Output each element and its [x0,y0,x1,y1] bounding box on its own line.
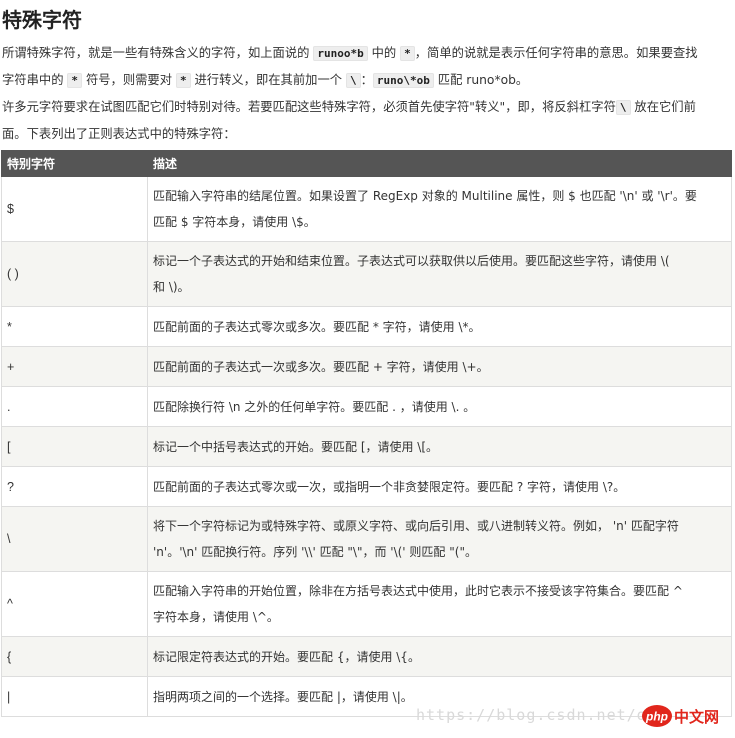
description-line: 匹配前面的子表达式一次或多次。要匹配 + 字符，请使用 \+。 [153,359,489,374]
logo-php-text: php [645,710,668,724]
intro-text: 放在它们前 [630,100,696,114]
intro-text: ： [360,73,373,87]
php-cn-logo: php 中文网 [641,701,735,731]
description-line: 标记限定符表达式的开始。要匹配 {，请使用 \{。 [153,649,420,664]
table-row: { 标记限定符表达式的开始。要匹配 {，请使用 \{。 [1,636,732,677]
description-cell: 匹配前面的子表达式一次或多次。要匹配 + 字符，请使用 \+。 [147,346,732,387]
description-line: 匹配 $ 字符本身，请使用 \$。 [153,215,316,229]
description-cell: 将下一个字符标记为或特殊字符、或原义字符、或向后引用、或八进制转义符。例如， '… [147,506,732,572]
special-char-cell: | [1,676,148,717]
description-line: 字符本身，请使用 \^。 [153,610,279,624]
table-row: | 指明两项之间的一个选择。要匹配 |，请使用 \|。 [1,676,732,717]
description-line: 标记一个子表达式的开始和结束位置。子表达式可以获取供以后使用。要匹配这些字符，请… [153,254,670,268]
description-line: 匹配输入字符串的结尾位置。如果设置了 RegExp 对象的 Multiline … [153,189,697,203]
inline-code: \ [345,73,361,88]
description-cell: 匹配除换行符 \n 之外的任何单字符。要匹配 . ，请使用 \. 。 [147,386,732,427]
intro-text: 匹配 runo*ob。 [433,73,529,87]
intro-text: 所谓特殊字符，就是一些有特殊含义的字符，如上面说的 [2,46,314,60]
description-line: 指明两项之间的一个选择。要匹配 |，请使用 \|。 [153,689,413,704]
intro-text: 字符串中的 [2,73,68,87]
column-header-desc: 描述 [147,150,732,177]
description-cell: 标记一个中括号表达式的开始。要匹配 [，请使用 \[。 [147,426,732,467]
php-cn-logo-graphic: php 中文网 [642,705,719,727]
description-line: 匹配除换行符 \n 之外的任何单字符。要匹配 . ，请使用 \. 。 [153,399,476,414]
description-line: 标记一个中括号表达式的开始。要匹配 [，请使用 \[。 [153,439,439,454]
table-row: $ 匹配输入字符串的结尾位置。如果设置了 RegExp 对象的 Multiline… [1,176,732,242]
special-char-cell: . [1,386,148,427]
description-line: 将下一个字符标记为或特殊字符、或原义字符、或向后引用、或八进制转义符。例如， '… [153,519,679,533]
special-char-cell: { [1,636,148,677]
inline-code: runo\*ob [372,73,434,88]
description-line: 'n'。'\n' 匹配换行符。序列 '\\' 匹配 "\"，而 '\(' 则匹配… [153,545,477,559]
special-char-cell: ^ [1,571,148,637]
table-row: + 匹配前面的子表达式一次或多次。要匹配 + 字符，请使用 \+。 [1,346,732,387]
description-line: 匹配输入字符串的开始位置，除非在方括号表达式中使用，此时它表示不接受该字符集合。… [153,584,683,598]
table-row: * 匹配前面的子表达式零次或多次。要匹配 * 字符，请使用 \*。 [1,306,732,347]
description-cell: 匹配前面的子表达式零次或一次，或指明一个非贪婪限定符。要匹配 ? 字符，请使用 … [147,466,732,507]
description-line: 匹配前面的子表达式零次或多次。要匹配 * 字符，请使用 \*。 [153,319,481,334]
table-row: . 匹配除换行符 \n 之外的任何单字符。要匹配 . ，请使用 \. 。 [1,386,732,427]
intro-text: 许多元字符要求在试图匹配它们时特别对待。若要匹配这些特殊字符，必须首先使字符"转… [2,100,616,114]
special-char-cell: + [1,346,148,387]
column-header-char: 特别字符 [1,150,148,177]
logo-cn-text: 中文网 [674,708,719,726]
intro-text: 面。下表列出了正则表达式中的特殊字符： [2,127,236,141]
section-title: 特殊字符 [2,8,82,32]
intro-text: 符号，则需要对 [82,73,176,87]
special-char-cell: \ [1,506,148,572]
description-line: 和 \)。 [153,280,190,294]
intro-text: 进行转义，即在其前加一个 [190,73,346,87]
description-cell: 匹配前面的子表达式零次或多次。要匹配 * 字符，请使用 \*。 [147,306,732,347]
description-line: 匹配前面的子表达式零次或一次，或指明一个非贪婪限定符。要匹配 ? 字符，请使用 … [153,479,626,494]
special-char-cell: ( ) [1,241,148,307]
special-chars-table: 特别字符 描述 $ 匹配输入字符串的结尾位置。如果设置了 RegExp 对象的 M… [1,150,732,717]
description-cell: 标记一个子表达式的开始和结束位置。子表达式可以获取供以后使用。要匹配这些字符，请… [147,241,732,307]
table-row: [ 标记一个中括号表达式的开始。要匹配 [，请使用 \[。 [1,426,732,467]
intro-text: 中的 [367,46,401,60]
special-char-cell: * [1,306,148,347]
special-char-cell: $ [1,176,148,242]
special-char-cell: [ [1,426,148,467]
description-cell: 匹配输入字符串的开始位置，除非在方括号表达式中使用，此时它表示不接受该字符集合。… [147,571,732,637]
table-row: ^ 匹配输入字符串的开始位置，除非在方括号表达式中使用，此时它表示不接受该字符集合… [1,571,732,637]
inline-code: \ [615,100,631,115]
inline-code: * [400,46,415,61]
inline-code: * [175,73,191,88]
inline-code: * [67,73,83,88]
inline-code: runoo*b [313,46,368,61]
table-row: ( ) 标记一个子表达式的开始和结束位置。子表达式可以获取供以后使用。要匹配这些字… [1,241,732,307]
page: 特殊字符 所谓特殊字符，就是一些有特殊含义的字符，如上面说的 runoo*b 中… [0,0,735,738]
intro-paragraph-2: 许多元字符要求在试图匹配它们时特别对待。若要匹配这些特殊字符，必须首先使字符"转… [2,94,696,147]
table-header-row: 特别字符 描述 [1,150,732,177]
special-char-cell: ? [1,466,148,507]
table-row: ? 匹配前面的子表达式零次或一次，或指明一个非贪婪限定符。要匹配 ? 字符，请使用… [1,466,732,507]
intro-paragraph-1: 所谓特殊字符，就是一些有特殊含义的字符，如上面说的 runoo*b 中的 * ，简… [2,40,698,94]
description-cell: 匹配输入字符串的结尾位置。如果设置了 RegExp 对象的 Multiline … [147,176,732,242]
intro-text: ，简单的说就是表示任何字符串的意思。如果要查找 [414,46,698,60]
description-cell: 标记限定符表达式的开始。要匹配 {，请使用 \{。 [147,636,732,677]
table-row: \ 将下一个字符标记为或特殊字符、或原义字符、或向后引用、或八进制转义符。例如， … [1,506,732,572]
